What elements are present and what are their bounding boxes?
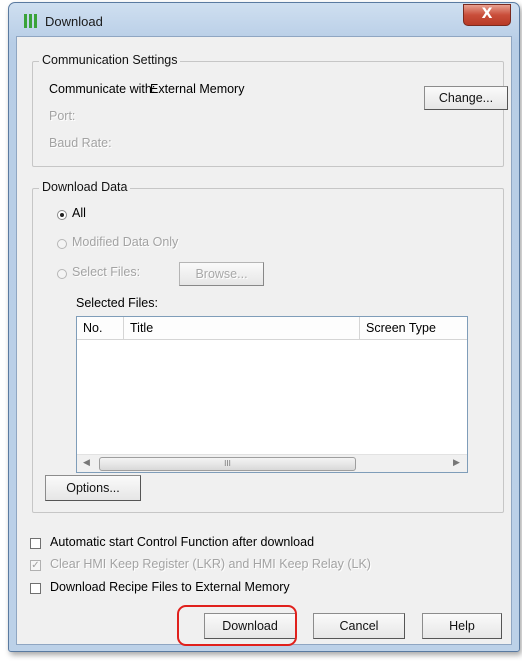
clear-keep-checkbox[interactable]: ✓ (30, 560, 41, 571)
baud-rate-label: Baud Rate: (49, 136, 112, 150)
select-files-label[interactable]: Select Files: (72, 265, 140, 279)
app-icon (23, 14, 37, 28)
communicate-with-value: External Memory (150, 82, 245, 96)
column-no[interactable]: No. (77, 317, 124, 339)
communication-settings-group: Communication Settings (32, 53, 504, 167)
auto-start-checkbox[interactable] (30, 538, 41, 549)
recipe-label[interactable]: Download Recipe Files to External Memory (50, 580, 290, 594)
dialog-client: Communication Settings Communicate with:… (16, 36, 512, 645)
selected-files-label: Selected Files: (76, 296, 158, 310)
modified-data-radio[interactable] (57, 239, 67, 249)
auto-start-label[interactable]: Automatic start Control Function after d… (50, 535, 314, 549)
selected-files-list[interactable]: No. Title Screen Type ◀ III ▶ (76, 316, 468, 473)
port-label: Port: (49, 109, 76, 123)
recipe-checkbox[interactable] (30, 583, 41, 594)
select-files-radio[interactable] (57, 269, 67, 279)
scroll-right-arrow-icon[interactable]: ▶ (453, 457, 460, 468)
modified-data-label[interactable]: Modified Data Only (72, 235, 178, 249)
download-data-legend: Download Data (39, 180, 131, 194)
column-title[interactable]: Title (124, 317, 360, 339)
column-screen-type[interactable]: Screen Type (360, 317, 467, 339)
scroll-left-arrow-icon[interactable]: ◀ (83, 457, 90, 468)
close-button[interactable]: X (463, 4, 511, 26)
window-title: Download (45, 14, 103, 29)
all-radio-label[interactable]: All (72, 206, 86, 220)
change-button[interactable]: Change... (424, 86, 508, 110)
download-button-highlight (177, 605, 297, 646)
help-button[interactable]: Help (422, 613, 502, 639)
communicate-with-label: Communicate with: (49, 82, 156, 96)
communication-settings-legend: Communication Settings (39, 53, 181, 67)
horizontal-scrollbar[interactable]: ◀ III ▶ (77, 454, 467, 472)
options-button[interactable]: Options... (45, 475, 141, 501)
all-radio[interactable] (57, 210, 67, 220)
browse-button[interactable]: Browse... (179, 262, 264, 286)
clear-keep-label[interactable]: Clear HMI Keep Register (LKR) and HMI Ke… (50, 557, 371, 571)
list-header: No. Title Screen Type (77, 317, 467, 340)
title-bar[interactable]: Download X (9, 3, 519, 37)
scroll-thumb[interactable]: III (99, 457, 356, 471)
download-dialog: Download X Communication Settings Commun… (8, 2, 520, 652)
cancel-button[interactable]: Cancel (313, 613, 405, 639)
